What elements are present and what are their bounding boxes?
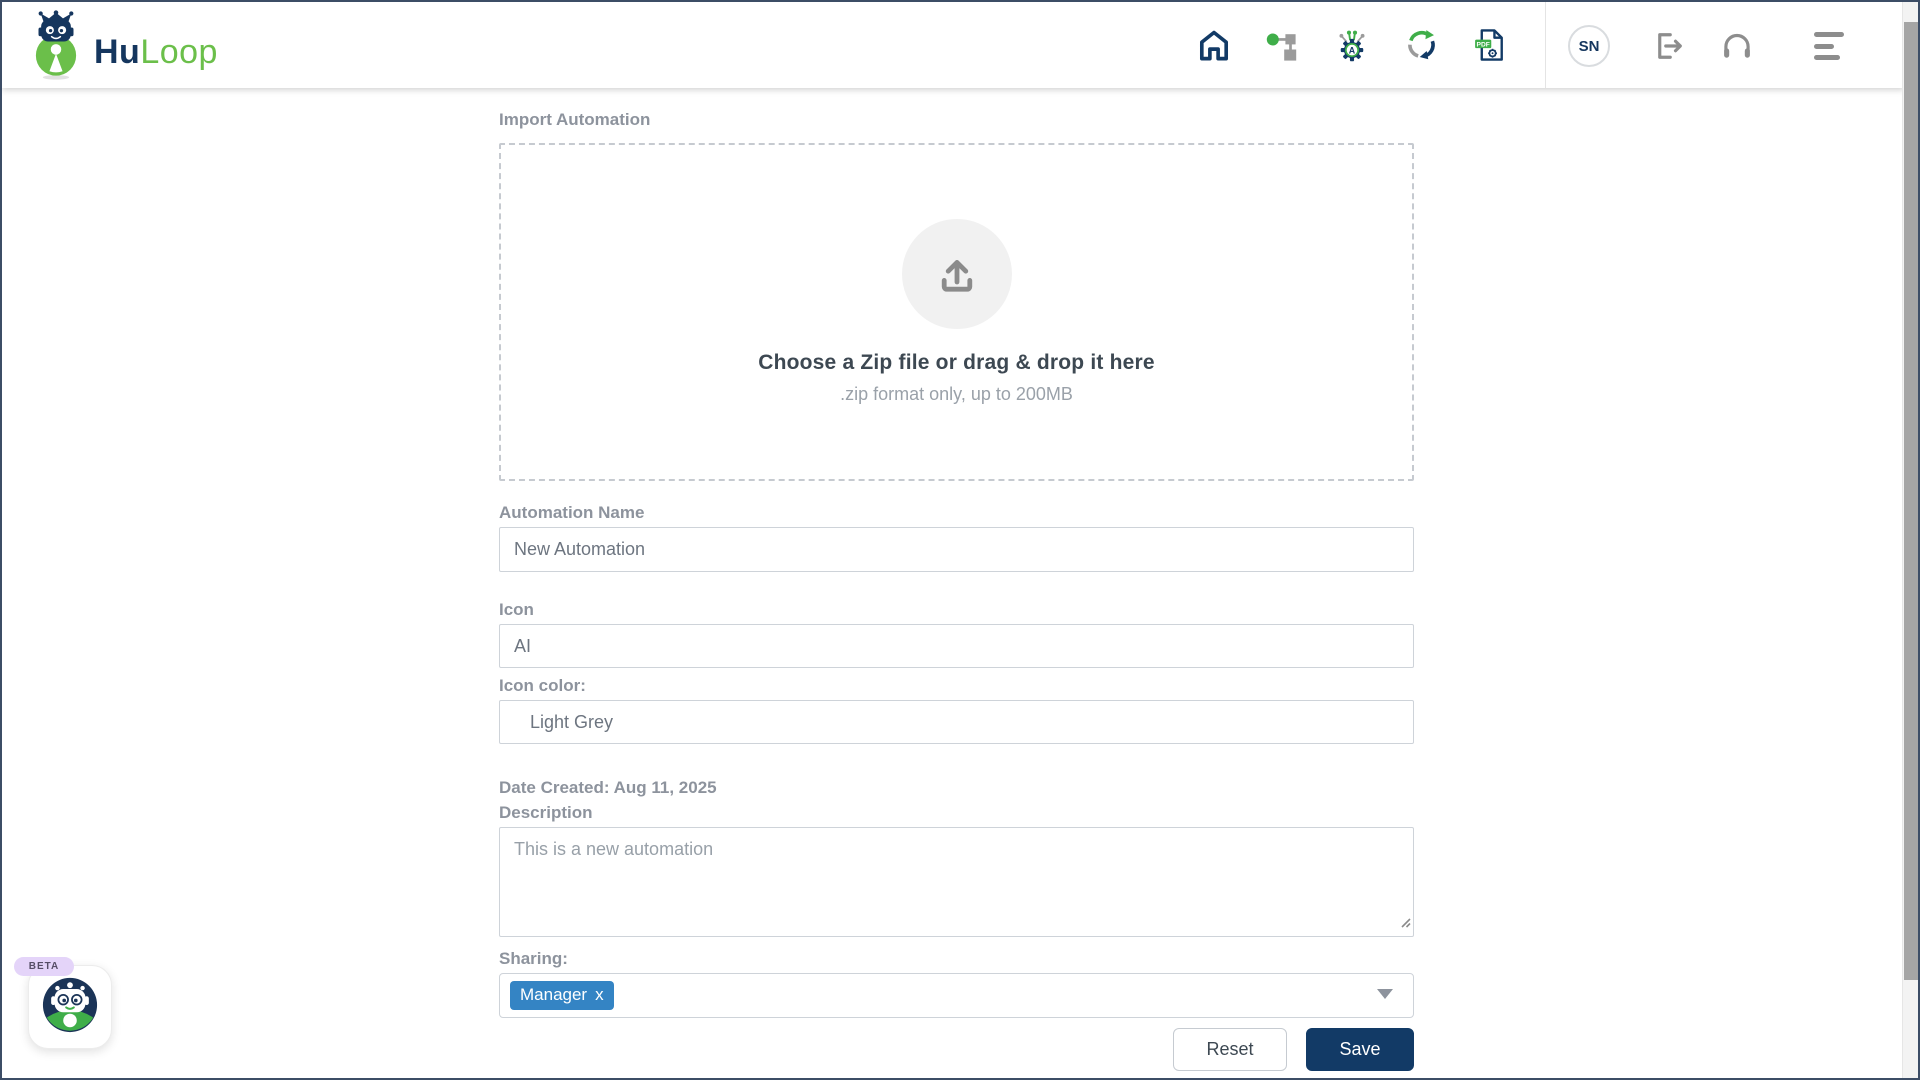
zip-dropzone[interactable]: Choose a Zip file or drag & drop it here…	[499, 143, 1414, 481]
assistant-robot-icon	[41, 976, 99, 1039]
icon-label: Icon	[499, 600, 534, 619]
date-created-text: Date Created: Aug 11, 2025	[499, 778, 717, 797]
workflow-icon[interactable]	[1263, 25, 1303, 65]
menu-icon[interactable]	[1814, 32, 1848, 60]
dropzone-title: Choose a Zip file or drag & drop it here	[758, 351, 1155, 374]
primary-nav-icons: A PDF	[1194, 25, 1510, 65]
svg-text:PDF: PDF	[1477, 41, 1490, 48]
huloop-wordmark: HuLoop	[94, 33, 218, 71]
chip-label: Manager	[520, 985, 588, 1004]
assistant-launcher-button[interactable]	[28, 965, 112, 1049]
chevron-down-icon[interactable]	[1377, 989, 1393, 999]
description-label: Description	[499, 803, 593, 822]
chip-remove-icon[interactable]: x	[595, 985, 604, 1005]
headset-icon[interactable]	[1717, 26, 1757, 66]
import-automation-form: Import Automation Choose a Zip file or d…	[499, 88, 1414, 1071]
upload-icon	[901, 219, 1012, 329]
dropzone-subtitle: .zip format only, up to 200MB	[840, 384, 1073, 404]
svg-text:A: A	[1349, 45, 1356, 55]
header-divider	[1545, 2, 1546, 88]
home-icon[interactable]	[1194, 25, 1234, 65]
huloop-robot-logo-icon	[28, 8, 84, 87]
sharing-select[interactable]: Manager x	[499, 973, 1414, 1018]
pdf-export-icon[interactable]: PDF	[1470, 25, 1510, 65]
top-navigation-bar: HuLoop A PDF SN	[2, 2, 1904, 88]
logout-icon[interactable]	[1648, 26, 1688, 66]
sharing-label: Sharing:	[499, 949, 568, 968]
app-window: HuLoop A PDF SN Import Automation Choose…	[0, 0, 1920, 1080]
save-button[interactable]: Save	[1306, 1028, 1414, 1071]
sync-icon[interactable]	[1401, 25, 1441, 65]
automation-name-label: Automation Name	[499, 503, 645, 522]
automation-name-input[interactable]	[499, 527, 1414, 572]
beta-badge: BETA	[14, 957, 74, 976]
scrollbar-thumb[interactable]	[1904, 22, 1918, 980]
resize-handle-icon[interactable]	[1398, 915, 1411, 933]
huloop-logo[interactable]: HuLoop	[28, 8, 218, 87]
section-title: Import Automation	[499, 110, 651, 129]
vertical-scrollbar	[1902, 2, 1918, 1078]
icon-color-label: Icon color:	[499, 676, 586, 695]
reset-button[interactable]: Reset	[1173, 1028, 1287, 1071]
sharing-chip-manager: Manager x	[510, 981, 614, 1010]
ai-settings-icon[interactable]: A	[1332, 25, 1372, 65]
form-actions: Reset Save	[499, 1028, 1414, 1071]
description-textarea[interactable]: This is a new automation	[499, 827, 1414, 937]
user-avatar[interactable]: SN	[1568, 25, 1610, 67]
icon-color-input[interactable]	[499, 700, 1414, 744]
icon-input[interactable]	[499, 624, 1414, 668]
